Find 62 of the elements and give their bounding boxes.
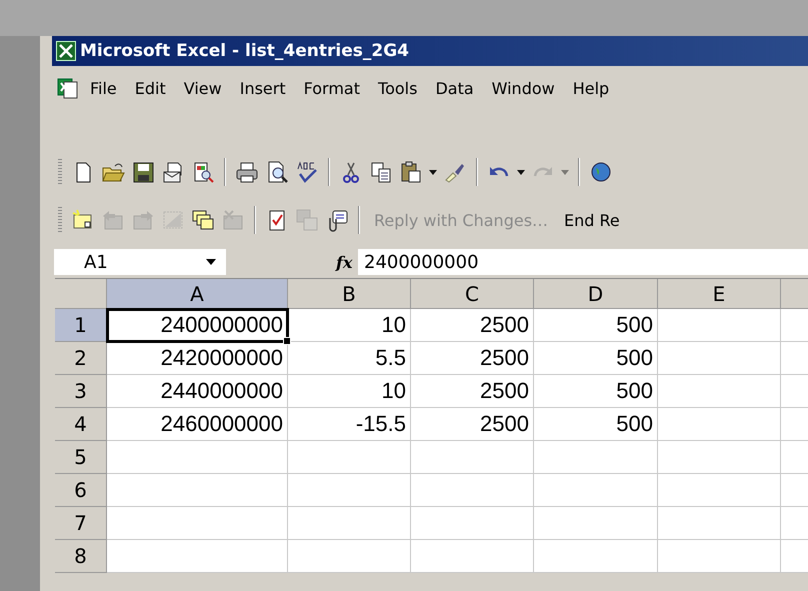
- column-header[interactable]: D: [534, 279, 658, 309]
- table-cell: 2500: [411, 408, 534, 441]
- globe-icon: [589, 160, 613, 184]
- column-header[interactable]: E: [658, 279, 781, 309]
- fill-handle[interactable]: [283, 337, 291, 345]
- undo-icon: [489, 166, 509, 178]
- caret-icon: [516, 168, 526, 176]
- window-title: Microsoft Excel - list_4entries_2G4: [80, 41, 409, 61]
- menu-item[interactable]: Format: [296, 76, 368, 100]
- row-header[interactable]: 6: [55, 474, 107, 507]
- name-box[interactable]: A1: [54, 249, 226, 275]
- note-arrow-left-icon: [101, 208, 125, 232]
- row-header[interactable]: 7: [55, 507, 107, 540]
- table-cell: 2500: [411, 375, 534, 408]
- column-header[interactable]: C: [411, 279, 534, 309]
- spreadsheet-x-icon: [56, 41, 76, 61]
- menu-item[interactable]: Window: [484, 76, 563, 100]
- row-header[interactable]: 8: [55, 540, 107, 573]
- row-header[interactable]: 1: [55, 309, 107, 342]
- formula-field[interactable]: 2400000000: [358, 249, 808, 275]
- table-cell: -15.5: [288, 408, 411, 441]
- table-cell: 5.5: [288, 342, 411, 375]
- caret-icon: [428, 168, 438, 176]
- menu-item[interactable]: View: [176, 76, 230, 100]
- table-cell: 2420000000: [107, 342, 288, 375]
- caret-icon: [206, 259, 216, 265]
- printer-icon: [235, 160, 259, 184]
- menu-item[interactable]: Data: [427, 76, 482, 100]
- table-cell: 500: [534, 342, 658, 375]
- table-cell: 10: [288, 309, 411, 342]
- redo-icon: [533, 166, 553, 178]
- table-cell: 500: [534, 375, 658, 408]
- menu-item[interactable]: Tools: [370, 76, 426, 100]
- table-cell: 2500: [411, 309, 534, 342]
- menu-item[interactable]: Insert: [232, 76, 294, 100]
- menu-item[interactable]: File: [82, 76, 125, 100]
- row-header[interactable]: 3: [55, 375, 107, 408]
- row-header[interactable]: 4: [55, 408, 107, 441]
- active-cell: 2400000000: [107, 309, 288, 342]
- overlapping-windows-icon: [295, 208, 319, 232]
- stacked-notes-icon: [191, 208, 215, 232]
- table-cell: 2460000000: [107, 408, 288, 441]
- row-header[interactable]: 5: [55, 441, 107, 474]
- table-cell: 2440000000: [107, 375, 288, 408]
- table-cell: 500: [534, 408, 658, 441]
- table-cell: 10: [288, 375, 411, 408]
- toolbar-text-button[interactable]: End Re: [556, 210, 628, 230]
- caret-icon: [560, 168, 570, 176]
- spelling-check-icon: [295, 160, 319, 184]
- column-header[interactable]: B: [288, 279, 411, 309]
- row-header[interactable]: 2: [55, 342, 107, 375]
- menu-item[interactable]: Help: [564, 76, 618, 100]
- function-label[interactable]: fx: [336, 252, 358, 272]
- table-cell: 500: [534, 309, 658, 342]
- copy-pages-icon: [369, 160, 393, 184]
- note-arrow-right-icon: [131, 208, 155, 232]
- note-delete-icon: [221, 208, 245, 232]
- clipboard-icon: [399, 160, 423, 184]
- column-header[interactable]: A: [107, 279, 288, 309]
- workbook-icon[interactable]: [56, 76, 80, 100]
- table-cell: 2500: [411, 342, 534, 375]
- menu-item[interactable]: Edit: [126, 76, 174, 100]
